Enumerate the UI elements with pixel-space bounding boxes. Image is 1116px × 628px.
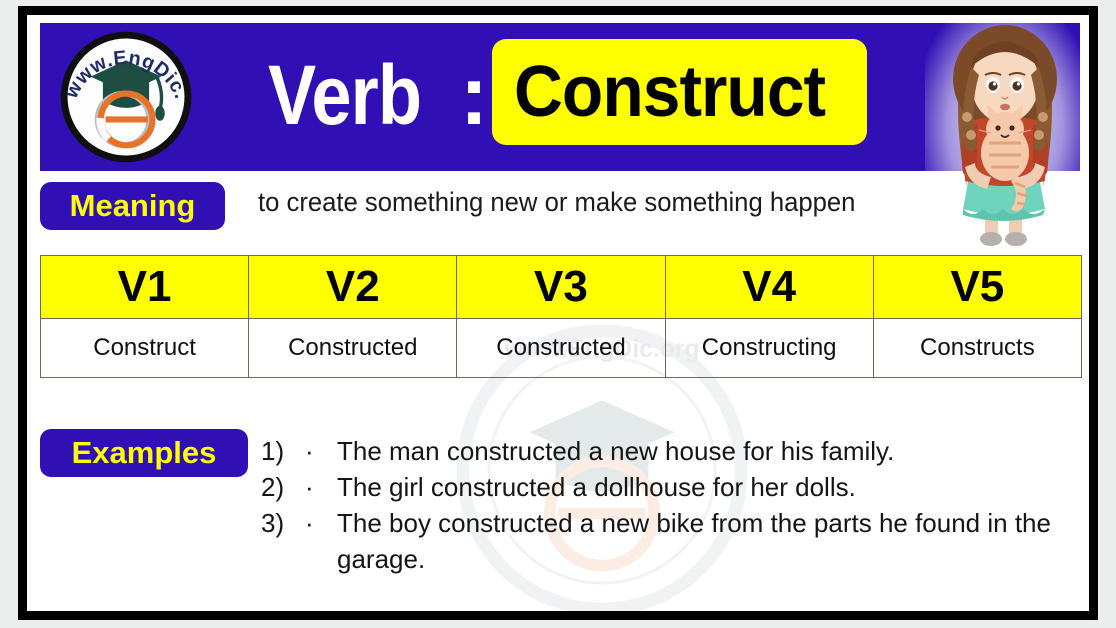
verb-table-forms-row: Construct Constructed Constructed Constr… (39, 318, 1083, 378)
meaning-label: Meaning (40, 182, 225, 230)
verb-form-v1: Construct (39, 318, 250, 378)
content-inner: www.EngDic.org www.EngDic. Verb: Constr… (27, 15, 1089, 611)
verb-header-v4: V4 (664, 255, 874, 319)
verb-word-text: Construct (514, 52, 826, 132)
verb-form-v4: Constructing (664, 318, 874, 378)
example-bullet-icon: · (305, 508, 314, 538)
header-separator: : (460, 48, 488, 142)
engdic-logo-icon: www.EngDic.org (58, 29, 191, 163)
verb-form-v3: Constructed (456, 318, 666, 378)
example-bullet-icon: · (305, 472, 314, 502)
example-bullet-icon: · (305, 436, 314, 466)
example-number: 2) (261, 472, 285, 502)
example-item: 2) · The girl constructed a dollhouse fo… (261, 469, 1051, 505)
part-of-speech-label: Verb (268, 48, 422, 142)
verb-form-v2: Constructed (248, 318, 458, 378)
content-frame: www.EngDic.org www.EngDic. Verb: Constr… (18, 6, 1098, 620)
verb-forms-table: V1 V2 V3 V4 V5 Construct Constructed Con… (39, 255, 1083, 378)
verb-header-v2: V2 (248, 255, 458, 319)
verb-header-v5: V5 (872, 255, 1083, 319)
word-badge: Construct (492, 39, 867, 145)
verb-table-header-row: V1 V2 V3 V4 V5 (39, 255, 1083, 319)
girl-holding-cat-illustration (925, 17, 1085, 253)
example-text: The girl constructed a dollhouse for her… (337, 472, 856, 502)
meaning-text: to create something new or make somethin… (258, 187, 856, 217)
example-item: 1) · The man constructed a new house for… (261, 433, 1051, 469)
examples-label: Examples (40, 429, 248, 477)
example-item: 3) · The boy constructed a new bike from… (261, 505, 1051, 577)
examples-list: 1) · The man constructed a new house for… (261, 433, 1051, 577)
infographic-page: www.EngDic.org www.EngDic. Verb: Constr… (0, 0, 1116, 628)
verb-form-v5: Constructs (872, 318, 1083, 378)
example-number: 3) (261, 508, 285, 538)
example-text: The man constructed a new house for his … (337, 436, 895, 466)
verb-header-v3: V3 (456, 255, 666, 319)
header-banner: www.EngDic.org Verb : Construct (40, 23, 1080, 171)
example-text: The boy constructed a new bike from the … (337, 508, 1051, 574)
example-number: 1) (261, 436, 285, 466)
verb-header-v1: V1 (39, 255, 250, 319)
meaning-row: Meaning to create something new or make … (40, 181, 1080, 237)
